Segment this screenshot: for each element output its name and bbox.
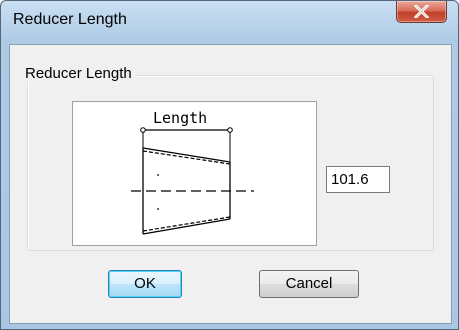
reducer-diagram-panel: Length xyxy=(72,101,317,246)
close-button[interactable] xyxy=(396,1,447,23)
dialog-window: Reducer Length Reducer Length Length 101… xyxy=(0,0,459,330)
groupbox-label: Reducer Length xyxy=(21,65,136,82)
reducer-length-diagram: Length xyxy=(131,109,254,235)
diagram-length-label: Length xyxy=(153,109,207,127)
window-title: Reducer Length xyxy=(13,11,127,28)
cancel-button[interactable]: Cancel xyxy=(259,270,359,298)
dialog-client-area: Reducer Length Length 101.6 OK Cancel xyxy=(9,44,452,324)
length-value-field[interactable]: 101.6 xyxy=(326,166,390,193)
close-icon xyxy=(414,5,429,18)
ok-button[interactable]: OK xyxy=(108,270,182,298)
